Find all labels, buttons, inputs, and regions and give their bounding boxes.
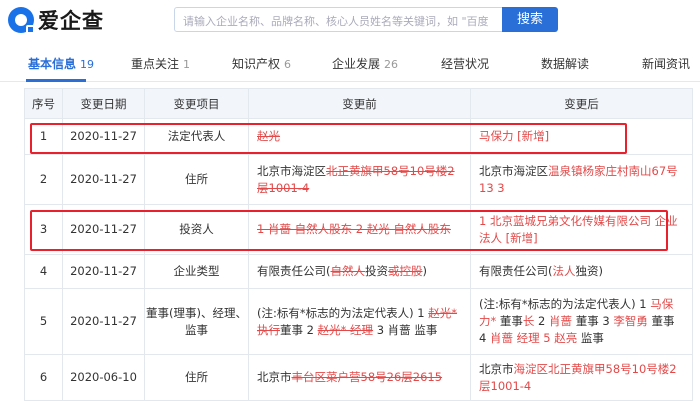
added-text: 1 北京蓝城兄弟文化传媒有限公司 企业法人 [新增] [479,213,678,245]
logo[interactable]: 爱企查 [8,6,104,34]
logo-icon [8,7,35,34]
removed-text: 赵光 [257,129,280,143]
unchanged-text: 北京市 [479,361,514,376]
unchanged-text: 董事 [496,314,523,328]
unchanged-text: 3 肖蔷 监事 [373,322,438,337]
table-row: 1 2020-11-27 法定代表人 赵光 马保力 [新增] [24,118,693,155]
unchanged-text: ) [422,264,428,278]
active-tab-indicator [26,79,86,82]
search-input[interactable]: 请输入企业名称、品牌名称、核心人员姓名等关键词，如 "百度 [174,7,504,32]
row-before: (注:标有*标志的为法定代表人) 1 赵光* 执行董事 2 赵光* 经理 3 肖… [248,288,471,355]
unchanged-text: 独资) [575,264,604,278]
tab-basic-info[interactable]: 基本信息 19 [28,46,94,82]
col-header-after: 变更后 [470,88,693,119]
removed-text: 1 肖蔷 自然人股东 2 赵光 自然人股东 [257,222,451,236]
row-item: 法定代表人 [144,118,249,155]
row-date: 2020-11-27 [62,254,145,289]
row-item: 董事(理事)、经理、监事 [144,288,249,355]
tab-data-insight[interactable]: 数据解读 [541,46,589,82]
row-date: 2020-11-27 [62,154,145,205]
table-row: 3 2020-11-27 投资人 1 肖蔷 自然人股东 2 赵光 自然人股东 1… [24,204,693,255]
row-no: 6 [24,354,63,401]
row-date: 2020-11-27 [62,118,145,155]
unchanged-text: 有限责任公司( [479,264,553,278]
removed-text: 自然人 [330,264,366,278]
removed-text: 赵光* 经理 [317,322,374,337]
unchanged-text: 投资 [365,264,388,278]
logo-text: 爱企查 [38,9,104,33]
row-before: 有限责任公司(自然人投资或控股) [248,254,471,289]
row-before: 赵光 [248,118,471,155]
search-button[interactable]: 搜索 [502,7,558,32]
row-before: 北京市海淀区北正黄旗甲58号10号楼2层1001-4 [248,154,471,205]
added-text: 马保力 [新增] [479,129,550,143]
tab-news[interactable]: 新闻资讯 [642,46,690,82]
added-text: 肖蔷 [489,331,513,345]
added-text: 李智勇 [613,314,648,328]
change-record-table: 序号 变更日期 变更项目 变更前 变更后 1 2020-11-27 法定代表人 … [24,88,693,401]
top-header: 爱企查 请输入企业名称、品牌名称、核心人员姓名等关键词，如 "百度 搜索 [0,0,700,40]
unchanged-text: 北京市海淀区 [257,163,326,178]
row-after: (注:标有*标志的为法定代表人) 1 马保力* 董事长 2 肖蔷 董事 3 李智… [470,288,693,355]
added-text: 肖蔷 [549,314,573,328]
unchanged-text: 北京市 [257,370,292,384]
removed-text: 丰台区菜户营58号26层2615 [291,370,443,384]
removed-text: 或控股 [388,264,423,278]
unchanged-text: 董事 3 [572,314,614,328]
row-no: 4 [24,254,63,289]
table-row: 2 2020-11-27 住所 北京市海淀区北正黄旗甲58号10号楼2层1001… [24,154,693,205]
unchanged-text: 北京市海淀区 [479,163,548,178]
added-text: 法人 [552,264,576,278]
col-header-before: 变更前 [248,88,471,119]
row-no: 1 [24,118,63,155]
col-header-no: 序号 [24,88,63,119]
table-row: 5 2020-11-27 董事(理事)、经理、监事 (注:标有*标志的为法定代表… [24,288,693,355]
row-no: 5 [24,288,63,355]
row-after: 北京市海淀区北正黄旗甲58号10号楼2层1001-4 [470,354,693,401]
row-no: 3 [24,204,63,255]
row-item: 住所 [144,354,249,401]
tab-ip[interactable]: 知识产权 6 [232,46,291,82]
table-row: 6 2020-06-10 住所 北京市丰台区菜户营58号26层2615 北京市海… [24,354,693,401]
table-header-row: 序号 变更日期 变更项目 变更前 变更后 [24,88,693,119]
tab-key-focus[interactable]: 重点关注 1 [131,46,190,82]
unchanged-text: 董事 2 [280,322,318,337]
row-before: 1 肖蔷 自然人股东 2 赵光 自然人股东 [248,204,471,255]
col-header-date: 变更日期 [62,88,145,119]
row-date: 2020-06-10 [62,354,145,401]
row-item: 企业类型 [144,254,249,289]
row-after: 有限责任公司(法人独资) [470,254,693,289]
tab-operations[interactable]: 经营状况 [441,46,489,82]
row-date: 2020-11-27 [62,288,145,355]
table-row: 4 2020-11-27 企业类型 有限责任公司(自然人投资或控股) 有限责任公… [24,254,693,289]
row-after: 1 北京蓝城兄弟文化传媒有限公司 企业法人 [新增] [470,204,693,255]
unchanged-text: 2 [534,314,550,328]
section-tabs: 基本信息 19 重点关注 1 知识产权 6 企业发展 26 经营状况 数据解读 新闻资讯 [0,46,700,82]
tab-development[interactable]: 企业发展 26 [332,46,398,82]
added-text: 长 [522,314,535,328]
row-date: 2020-11-27 [62,204,145,255]
row-after: 北京市海淀区温泉镇杨家庄村南山67号13 3 [470,154,693,205]
row-item: 投资人 [144,204,249,255]
unchanged-text: 监事 [577,331,604,345]
unchanged-text: (注:标有*标志的为法定代表人) 1 [479,297,651,311]
row-item: 住所 [144,154,249,205]
row-after: 马保力 [新增] [470,118,693,155]
unchanged-text: 有限责任公司( [257,264,331,278]
unchanged-text: (注:标有*标志的为法定代表人) 1 [257,305,429,320]
col-header-item: 变更项目 [144,88,249,119]
added-text: 经理 5 赵亮 [516,331,578,345]
row-no: 2 [24,154,63,205]
row-before: 北京市丰台区菜户营58号26层2615 [248,354,471,401]
